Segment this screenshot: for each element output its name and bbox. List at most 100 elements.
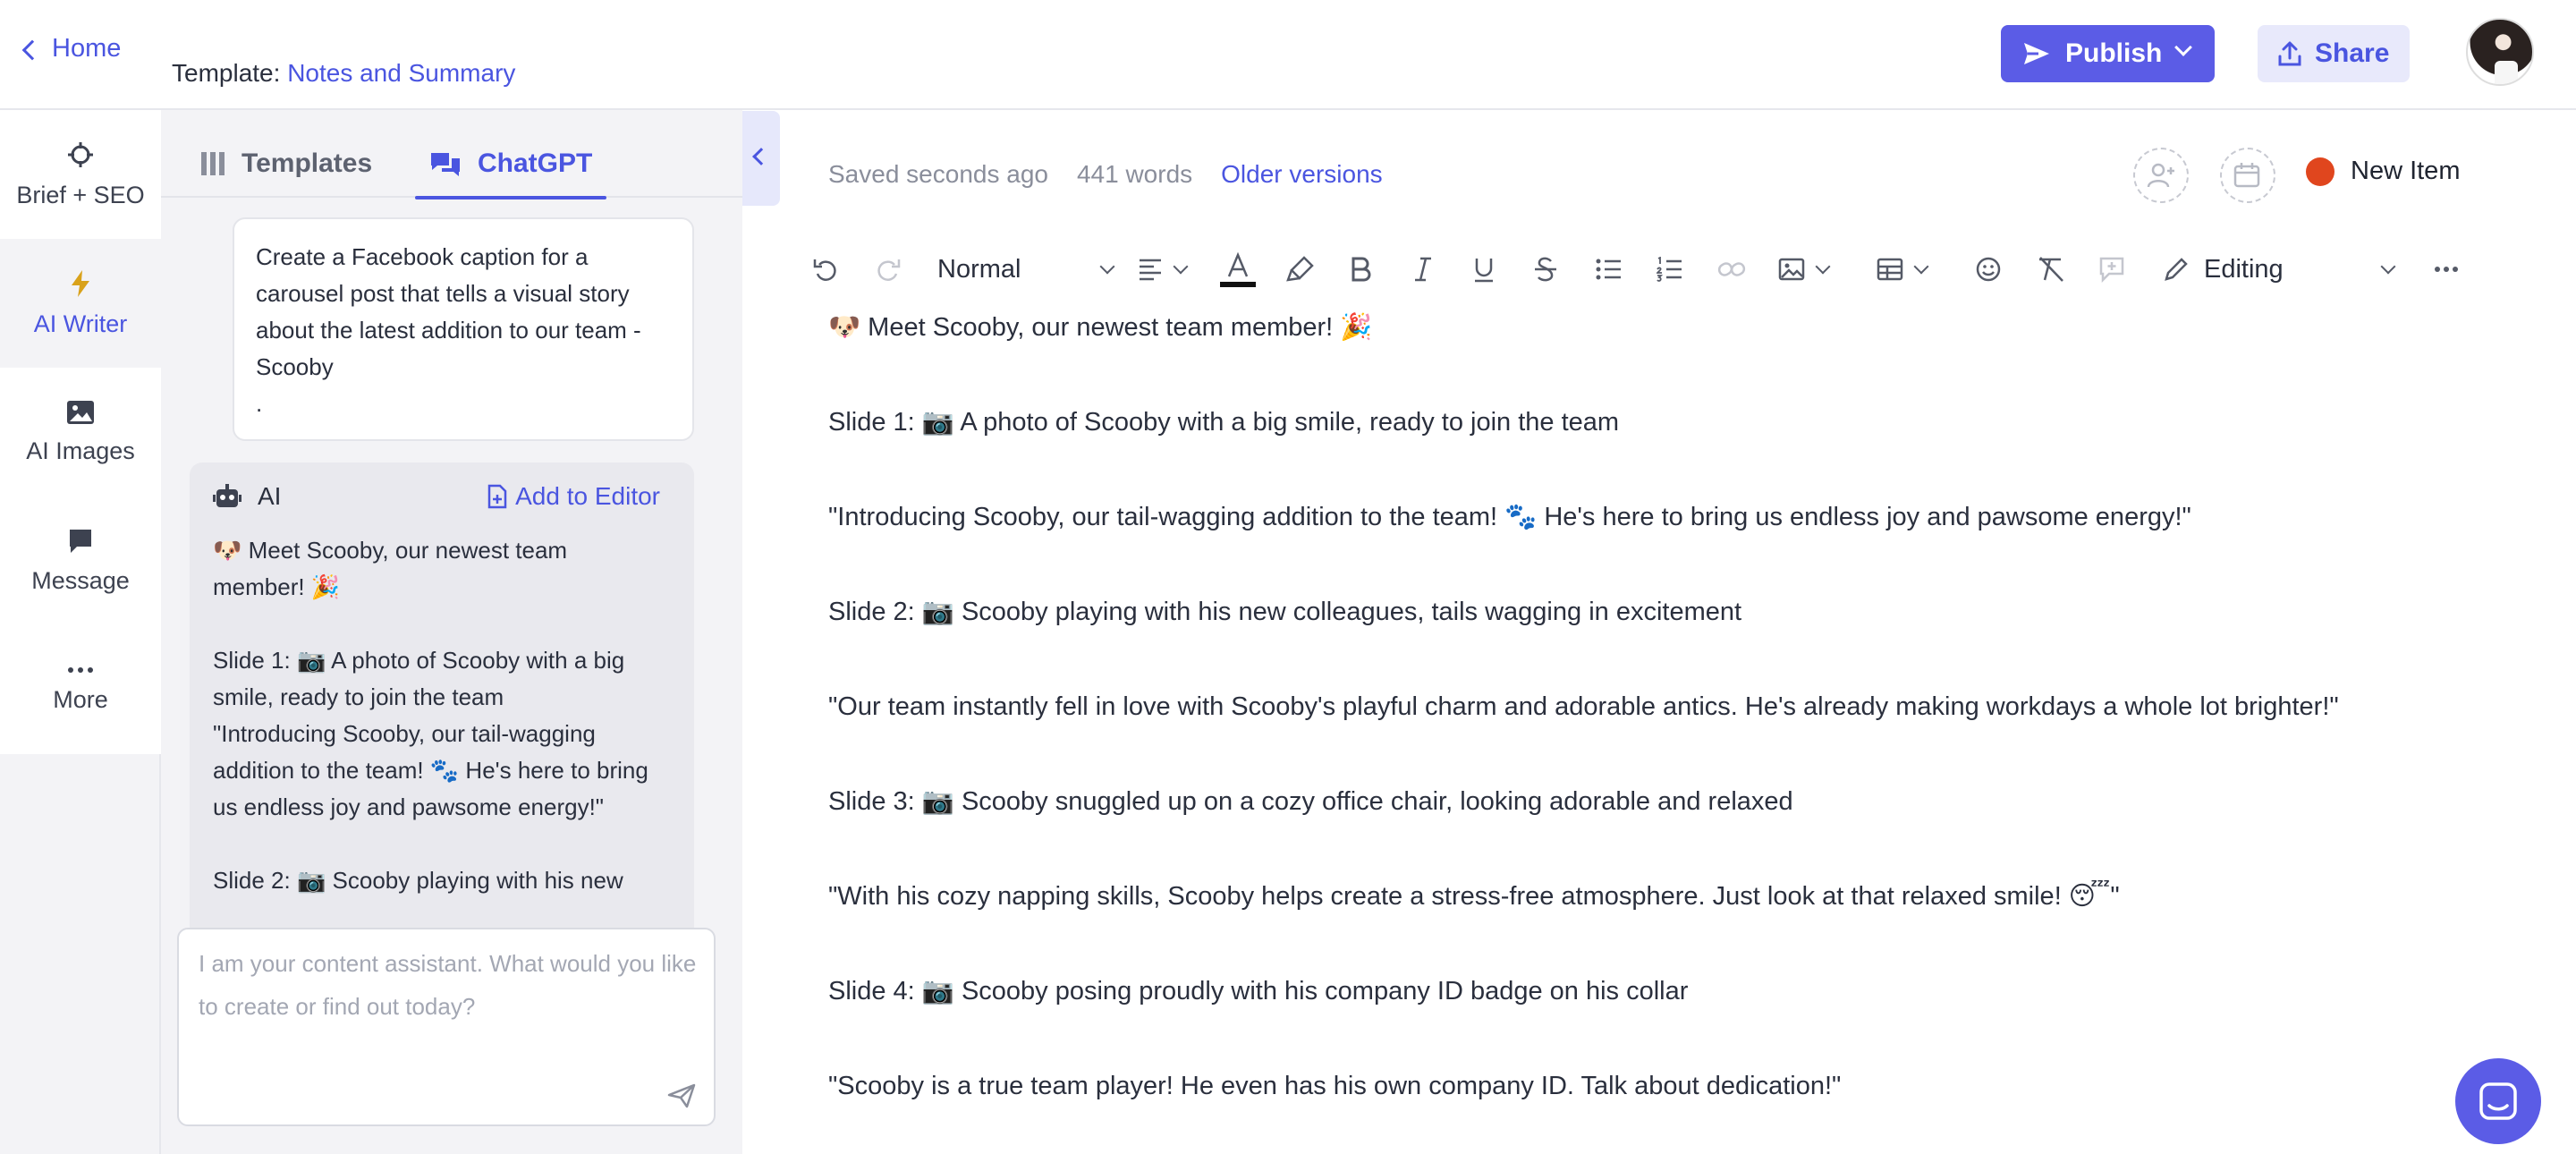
chat-icon [431, 153, 460, 176]
rail-item-ai-writer[interactable]: AI Writer [0, 239, 161, 368]
numbered-list-button[interactable] [1657, 244, 1683, 294]
rail-item-ai-images[interactable]: AI Images [0, 368, 161, 496]
comment-icon [2099, 257, 2124, 283]
tab-label: Templates [242, 148, 373, 178]
redo-button[interactable] [875, 244, 902, 294]
image-icon [1778, 258, 1805, 281]
highlighter-icon [1286, 256, 1314, 282]
user-avatar[interactable] [2466, 18, 2534, 86]
rail-label: More [53, 685, 108, 713]
ai-message-header: AI [213, 482, 281, 511]
share-button[interactable]: Share [2258, 25, 2410, 82]
more-options-button[interactable] [2435, 244, 2458, 294]
tab-templates[interactable]: Templates [200, 130, 372, 198]
undo-button[interactable] [812, 244, 839, 294]
publish-button[interactable]: Publish [2001, 25, 2215, 82]
lightning-icon [72, 269, 89, 297]
clear-format-button[interactable] [2036, 244, 2066, 294]
doc-paragraph: "With his cozy napping skills, Scooby he… [828, 882, 2120, 911]
template-name-link[interactable]: Notes and Summary [287, 59, 515, 87]
underline-icon [1475, 259, 1493, 283]
message-icon [70, 529, 91, 553]
chevron-down-icon [1815, 259, 1831, 275]
align-select[interactable] [1138, 244, 1189, 294]
home-label: Home [52, 34, 122, 63]
numbered-list-icon [1657, 257, 1682, 282]
publish-label: Publish [2065, 38, 2163, 68]
editing-mode-value: Editing [2204, 254, 2284, 284]
table-icon [1877, 258, 1903, 281]
rail-label: AI Images [26, 437, 135, 464]
chevron-down-icon [1913, 259, 1929, 275]
chat-input[interactable] [199, 942, 699, 1076]
italic-icon [1415, 257, 1431, 282]
template-prefix: Template: [172, 59, 281, 87]
collapse-panel-button[interactable] [742, 111, 780, 206]
doc-paragraph: Slide 4: 📷 Scooby posing proudly with hi… [828, 977, 1689, 1006]
chevron-down-icon [2380, 259, 2396, 275]
rail-item-more[interactable]: More [0, 625, 161, 754]
ai-label: AI [258, 482, 282, 510]
help-chat-button[interactable] [2455, 1058, 2541, 1144]
active-tab-underline [415, 196, 607, 199]
text-color-icon [1220, 251, 1256, 287]
rail-label: Message [31, 566, 130, 594]
older-versions-link[interactable]: Older versions [1221, 160, 1383, 189]
left-icon-rail: Brief + SEO AI Writer AI Images Message … [0, 110, 161, 1154]
align-left-icon [1140, 259, 1161, 281]
rail-item-message[interactable]: Message [0, 496, 161, 625]
redo-icon [877, 259, 901, 281]
underline-button[interactable] [1472, 244, 1496, 294]
italic-button[interactable] [1411, 244, 1435, 294]
more-horizontal-icon [2435, 267, 2458, 272]
home-link[interactable]: Home [21, 34, 122, 64]
strikethrough-icon [1535, 257, 1556, 282]
text-color-button[interactable] [1220, 244, 1256, 294]
document-meta: Saved seconds ago 441 words Older versio… [828, 160, 1383, 189]
editing-mode-select[interactable]: Editing [2163, 244, 2397, 294]
emoji-button[interactable] [1975, 244, 2002, 294]
chevron-down-icon [1099, 259, 1115, 275]
text-style-select[interactable]: Normal [937, 244, 1116, 294]
add-comment-button[interactable] [2098, 244, 2125, 294]
rail-label: AI Writer [33, 310, 128, 337]
bullet-list-button[interactable] [1596, 244, 1623, 294]
send-icon [2024, 43, 2049, 64]
chat-bubble-icon [2479, 1082, 2517, 1120]
undo-icon [813, 259, 836, 281]
link-button[interactable] [1717, 244, 1746, 294]
add-to-editor-button[interactable]: Add to Editor [487, 482, 660, 511]
schedule-button[interactable] [2220, 148, 2275, 203]
highlight-button[interactable] [1286, 244, 1315, 294]
bold-icon [1352, 257, 1371, 282]
rail-item-brief-seo[interactable]: Brief + SEO [0, 110, 161, 239]
doc-paragraph: "Introducing Scooby, our tail-wagging ad… [828, 503, 2191, 531]
rail-label: Brief + SEO [16, 181, 145, 208]
share-label: Share [2315, 38, 2390, 68]
ai-message-text: 🐶 Meet Scooby, our newest team member! 🎉… [213, 537, 648, 894]
editor-toolbar: Normal Editing [812, 244, 2512, 294]
templates-icon [201, 152, 225, 175]
tab-chatgpt[interactable]: ChatGPT [415, 130, 607, 199]
emoji-icon [1976, 257, 2001, 282]
image-icon [67, 400, 94, 424]
insert-table-select[interactable] [1877, 244, 1929, 294]
bold-button[interactable] [1349, 244, 1372, 294]
text-style-value: Normal [937, 254, 1021, 284]
strikethrough-button[interactable] [1533, 244, 1558, 294]
robot-icon [213, 484, 242, 507]
send-icon[interactable] [667, 1083, 696, 1108]
assign-user-button[interactable] [2133, 148, 2189, 203]
word-count: 441 words [1076, 160, 1193, 188]
upload-icon [2278, 41, 2301, 66]
panel-tabs: Templates ChatGPT [161, 110, 742, 199]
insert-image-select[interactable] [1778, 244, 1831, 294]
chevron-down-icon[interactable] [2174, 38, 2192, 56]
item-status[interactable]: New Item [2306, 157, 2460, 186]
saved-status: Saved seconds ago [828, 160, 1048, 188]
document-body[interactable]: 🐶 Meet Scooby, our newest team member! 🎉… [828, 309, 2528, 1154]
link-icon [1717, 262, 1746, 276]
chevron-left-icon [752, 148, 770, 165]
more-dots-icon [68, 666, 93, 673]
user-message: Create a Facebook caption for a carousel… [233, 217, 694, 441]
